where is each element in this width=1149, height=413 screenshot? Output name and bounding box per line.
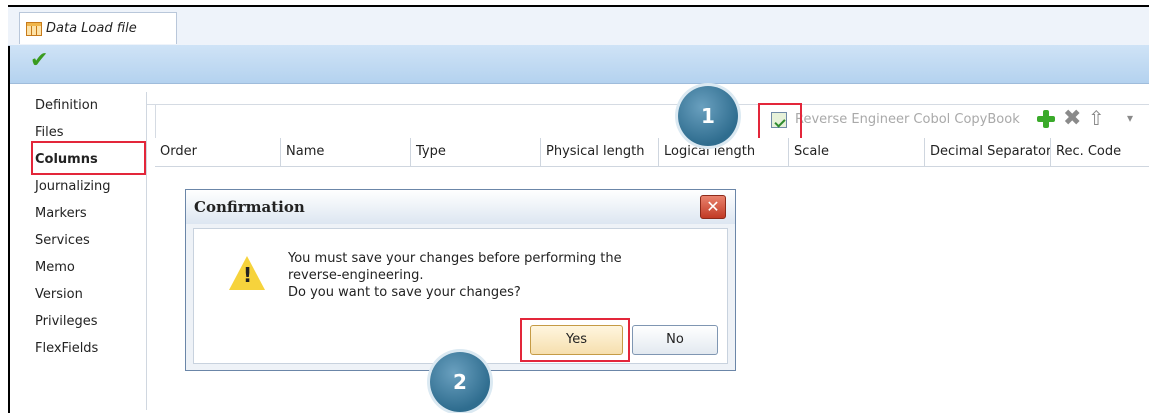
more-icon[interactable]: ▾ [1127,112,1133,124]
no-button[interactable]: No [632,325,718,355]
column-header-decimal-separator[interactable]: Decimal Separator [925,138,1051,166]
editor-tabstrip [8,7,1149,46]
delete-icon[interactable]: ✖ [1063,108,1081,130]
tab-label: Data Load file [46,21,137,36]
sidebar: Definition Files Columns Journalizing Ma… [35,92,143,362]
column-header-rec-code[interactable]: Rec. Code [1051,138,1149,166]
column-header-name[interactable]: Name [281,138,411,166]
tab-data-load-file[interactable]: Data Load file [19,12,177,44]
check-icon[interactable]: ✔ [30,50,48,72]
sidebar-item-markers[interactable]: Markers [35,200,143,227]
sidebar-item-definition[interactable]: Definition [35,92,143,119]
editor-toolbar [10,45,1149,84]
column-header-scale[interactable]: Scale [789,138,925,166]
add-icon[interactable] [1037,110,1055,128]
column-header-type[interactable]: Type [411,138,541,166]
close-button[interactable]: ✕ [700,195,726,219]
reverse-engineer-highlight-box [758,103,802,143]
callout-badge-1: 1 [678,86,738,146]
sidebar-item-version[interactable]: Version [35,281,143,308]
sidebar-divider [146,92,147,410]
yes-button[interactable]: Yes [530,325,623,355]
sidebar-item-memo[interactable]: Memo [35,254,143,281]
sidebar-item-flexfields[interactable]: FlexFields [35,335,143,362]
dialog-title-bar[interactable]: Confirmation ✕ [186,190,735,224]
grid-file-icon [26,21,42,36]
column-header-logical-length[interactable]: Logical length [659,138,789,166]
sidebar-item-privileges[interactable]: Privileges [35,308,143,335]
move-up-icon[interactable]: ⇧ [1088,108,1105,128]
callout-badge-2: 2 [430,352,490,412]
column-header-physical-length[interactable]: Physical length [541,138,659,166]
warning-mark: ! [243,263,253,287]
dialog-message: You must save your changes before perfor… [288,250,718,301]
dialog-message-line: reverse-engineering. [288,268,424,283]
column-header-order[interactable]: Order [155,138,281,166]
columns-table-header: Order Name Type Physical length Logical … [155,138,1149,167]
dialog-title: Confirmation [194,198,305,216]
reverse-engineer-button[interactable]: Reverse Engineer Cobol CopyBook [795,112,1020,127]
dialog-message-line: Do you want to save your changes? [288,285,521,300]
columns-highlight-box [31,141,146,175]
sidebar-item-journalizing[interactable]: Journalizing [35,173,143,200]
sidebar-item-services[interactable]: Services [35,227,143,254]
dialog-message-line: You must save your changes before perfor… [288,251,622,266]
